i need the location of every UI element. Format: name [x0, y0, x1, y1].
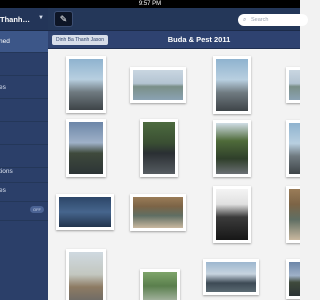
- photo-city-view[interactable]: [66, 249, 106, 300]
- sidebar-title: Thanh…: [0, 15, 30, 24]
- compose-icon: ✎: [59, 14, 68, 24]
- photo-road[interactable]: [66, 56, 106, 113]
- sidebar: Thanh… ▼ ned es tions es OFF: [0, 8, 48, 300]
- photo-person-waterfront[interactable]: [56, 194, 114, 230]
- photo-edge-4[interactable]: [286, 259, 300, 299]
- photo-edge-2[interactable]: [286, 120, 300, 177]
- sidebar-header[interactable]: Thanh… ▼: [0, 8, 48, 31]
- toggle-switch[interactable]: OFF: [30, 206, 44, 213]
- photo-edge-3[interactable]: [286, 186, 300, 243]
- photo-person-smiling[interactable]: [140, 269, 180, 300]
- photo-castle-street[interactable]: [213, 56, 251, 114]
- chevron-down-icon[interactable]: ▼: [38, 15, 44, 21]
- sidebar-item-label: es: [0, 84, 6, 91]
- photo-edge-1[interactable]: [286, 67, 300, 103]
- photo-riverside-dusk[interactable]: [66, 119, 106, 177]
- photo-person-trees[interactable]: [140, 119, 178, 177]
- photo-grid: [48, 49, 300, 300]
- sidebar-item-3[interactable]: [0, 100, 48, 122]
- search-placeholder: Search: [251, 17, 269, 23]
- photo-person-walking[interactable]: [213, 120, 251, 177]
- sidebar-item-0[interactable]: ned: [0, 31, 48, 53]
- search-input[interactable]: ⌕ Search: [238, 14, 308, 26]
- search-icon: ⌕: [243, 17, 247, 23]
- sidebar-item-4[interactable]: [0, 123, 48, 145]
- compose-button[interactable]: ✎: [54, 11, 73, 27]
- sidebar-item-1[interactable]: [0, 54, 48, 76]
- sidebar-item-8[interactable]: OFF: [0, 199, 48, 221]
- album-header: Dinh Ba Thanh Jason Buda & Pest 2011: [48, 31, 300, 49]
- photo-harbor[interactable]: [203, 259, 259, 295]
- album-title: Buda & Pest 2011: [167, 35, 231, 44]
- status-bar: 9:57 PM: [0, 0, 300, 8]
- photo-river-bank[interactable]: [130, 67, 186, 103]
- status-time: 9:57 PM: [138, 1, 162, 7]
- owner-tag[interactable]: Dinh Ba Thanh Jason: [52, 35, 108, 45]
- photo-bw-doorway[interactable]: [213, 186, 251, 243]
- sidebar-item-label: ned: [0, 38, 10, 45]
- photo-building-balconies[interactable]: [130, 194, 186, 231]
- top-toolbar: ✎ ⌕ Search: [48, 8, 308, 31]
- sidebar-item-2[interactable]: es: [0, 77, 48, 99]
